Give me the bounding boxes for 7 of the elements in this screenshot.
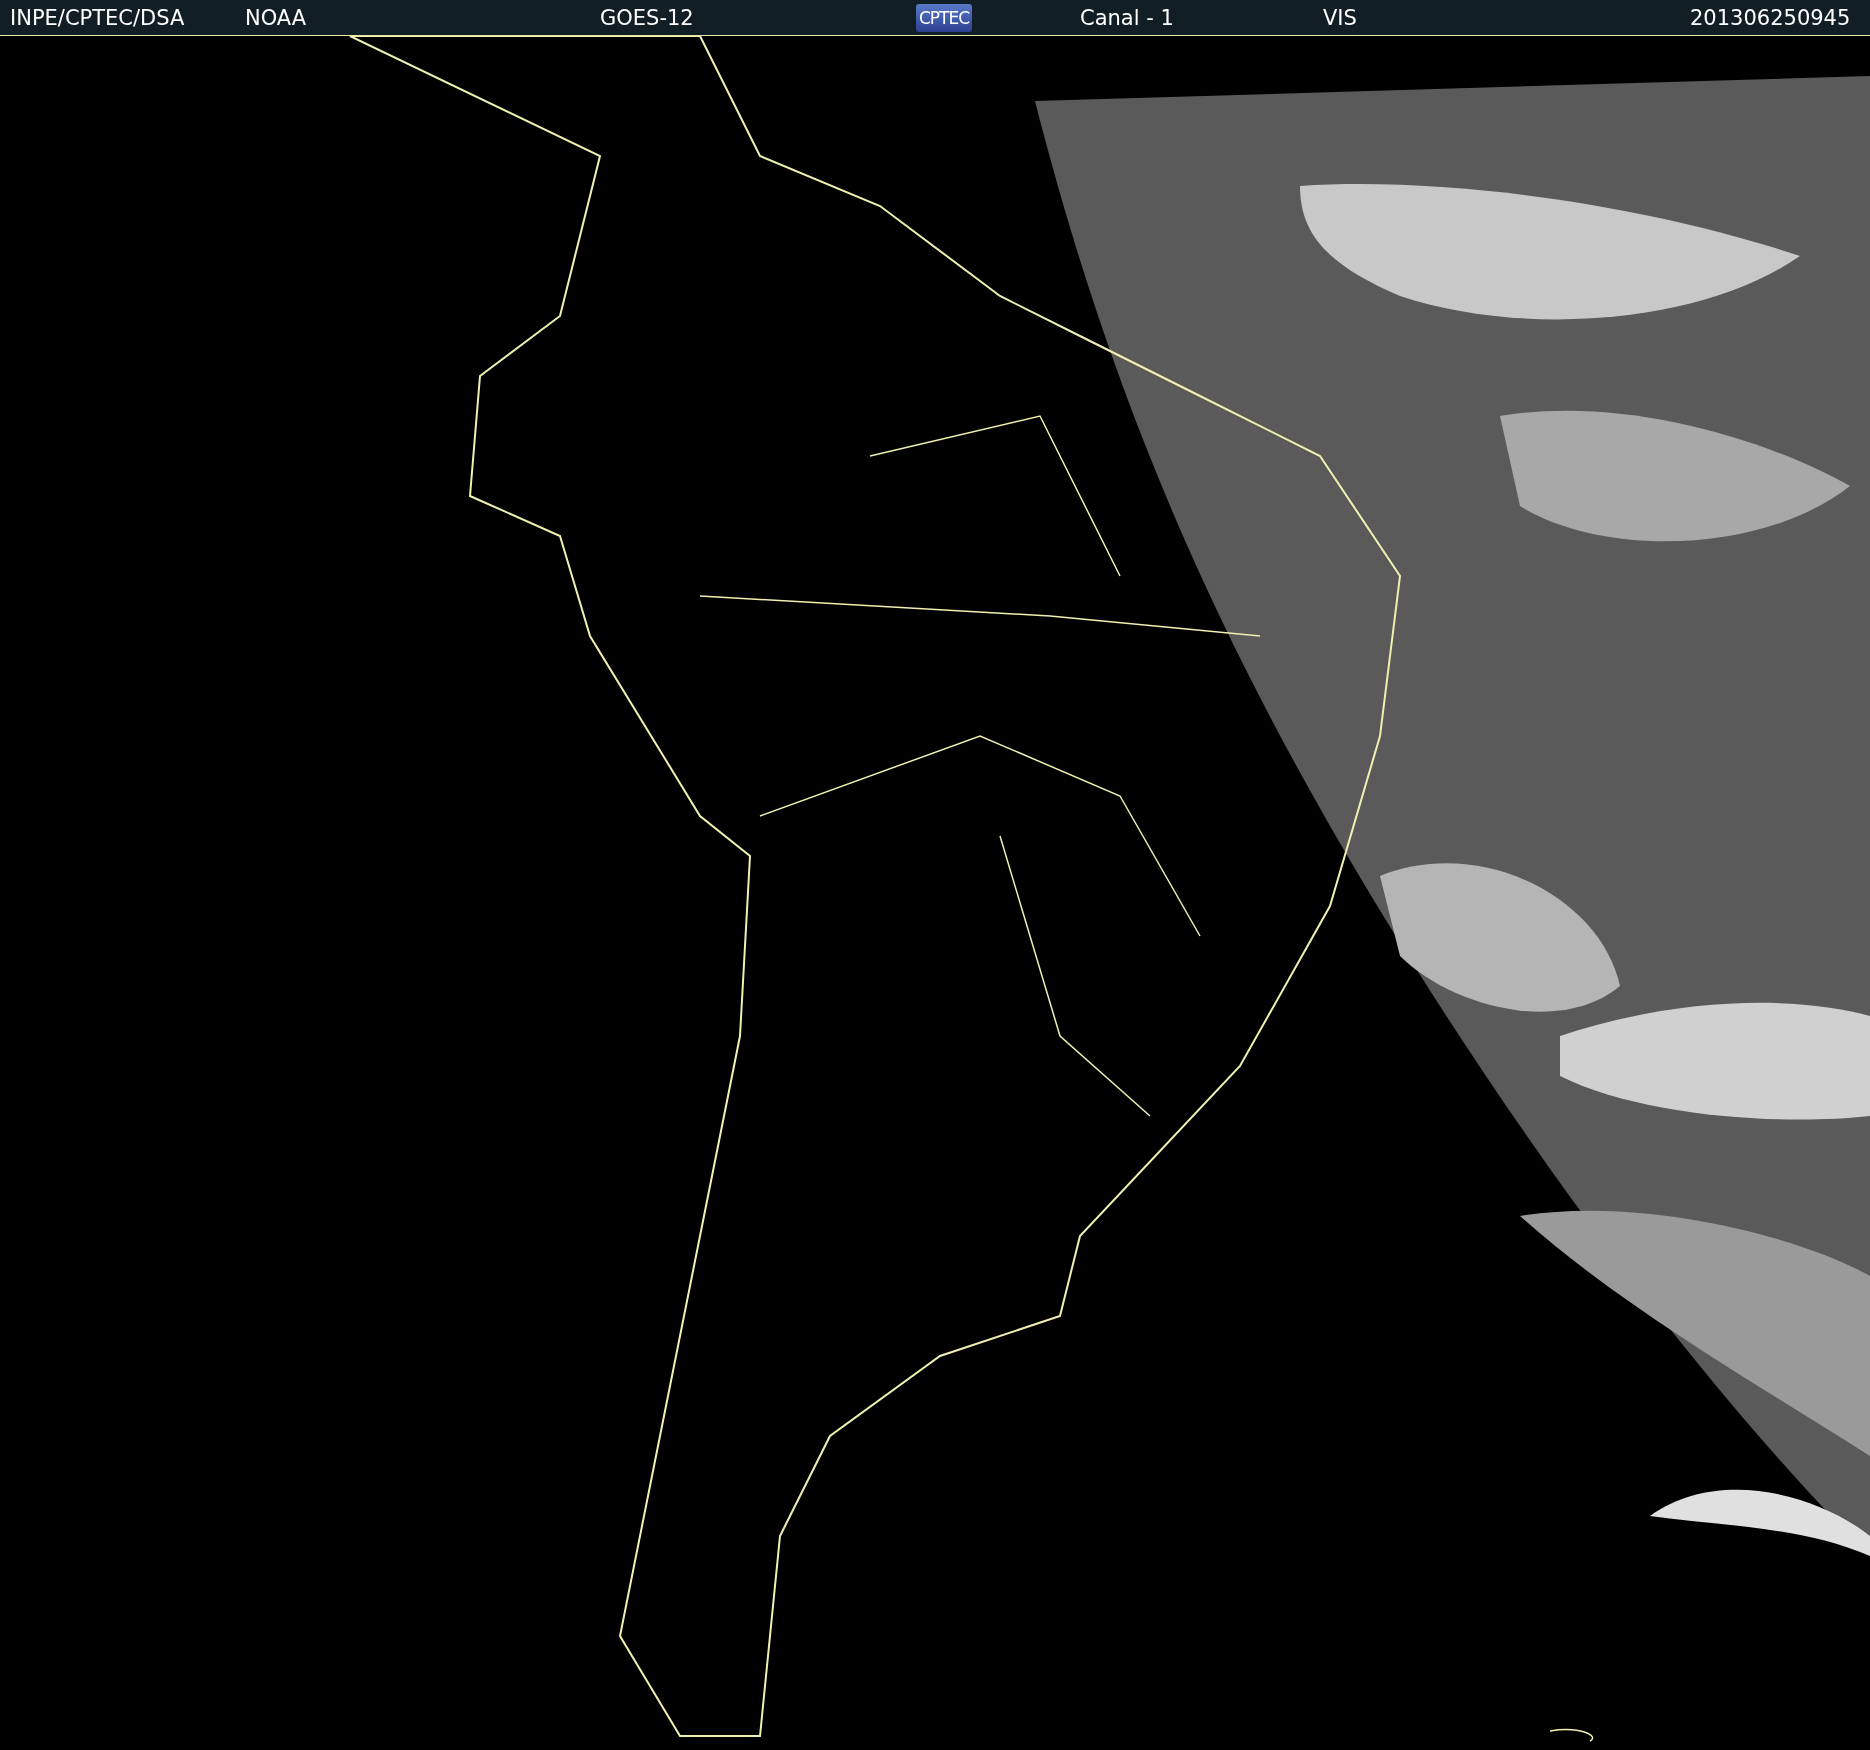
header-text: Canal - 1 [1080, 5, 1174, 30]
logo: CPTEC [916, 3, 973, 32]
header-text: VIS [1323, 5, 1357, 30]
header-text: GOES-12 [600, 5, 694, 30]
header-text: 201306250945 [1690, 5, 1851, 30]
header-text: NOAA [245, 5, 307, 30]
header-text: INPE/CPTEC/DSA [10, 5, 185, 30]
